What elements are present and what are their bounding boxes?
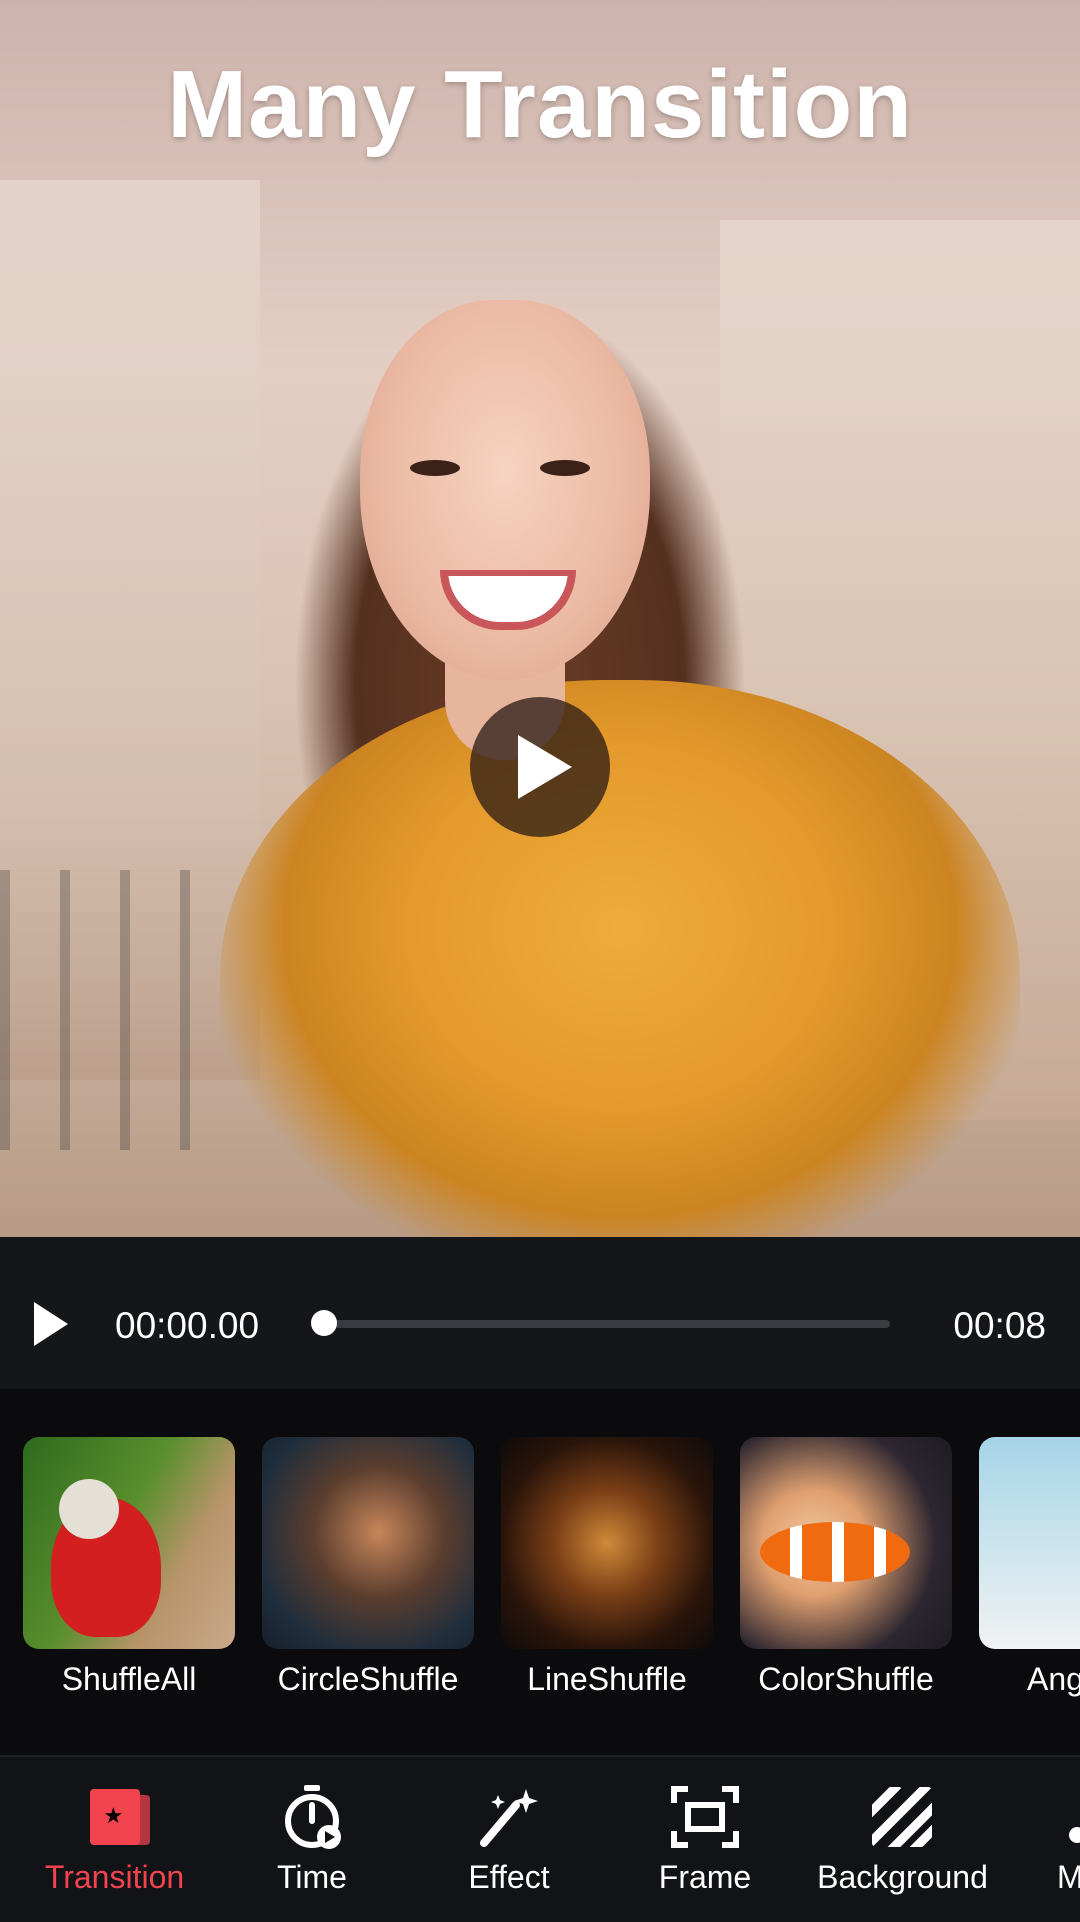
clownfish-image	[760, 1522, 910, 1582]
transition-thumbnail[interactable]	[501, 1437, 713, 1649]
subject-sweater	[220, 680, 1020, 1237]
tool-label: Effect	[468, 1859, 550, 1895]
subject-eye-left	[410, 460, 460, 476]
transition-label: CircleShuffle	[277, 1661, 459, 1697]
preview-title: Many Transition	[167, 51, 913, 158]
transition-thumbnail[interactable]	[740, 1437, 952, 1649]
tool-label: Time	[277, 1859, 347, 1895]
duration: 00:08	[953, 1305, 1046, 1346]
seek-bar[interactable]	[322, 1320, 890, 1328]
transition-item[interactable]: ShuffleAll	[23, 1437, 235, 1698]
subject-eye-right	[540, 460, 590, 476]
transition-label: LineShuffle	[527, 1661, 687, 1697]
background-icon	[868, 1785, 938, 1849]
transition-thumbnail[interactable]	[23, 1437, 235, 1649]
background-railing	[0, 870, 240, 1150]
video-preview[interactable]	[0, 0, 1080, 1237]
frame-icon	[670, 1785, 740, 1849]
tool-label: Transition	[44, 1859, 185, 1895]
transition-item[interactable]: CircleShuffle	[262, 1437, 474, 1698]
tool-label: M	[1057, 1859, 1080, 1895]
magic-wand-icon	[474, 1785, 544, 1849]
transition-label: ColorShuffle	[758, 1661, 934, 1697]
play-icon	[518, 735, 572, 799]
current-time: 00:00.00	[115, 1305, 260, 1346]
more-icon	[1055, 1785, 1080, 1849]
transition-thumbnail[interactable]	[262, 1437, 474, 1649]
transition-item[interactable]: LineShuffle	[501, 1437, 713, 1698]
timer-icon	[277, 1785, 347, 1849]
transition-item[interactable]: ColorShuffle	[740, 1437, 952, 1698]
parrot-head	[59, 1479, 119, 1539]
tool-more[interactable]: M	[1055, 1785, 1080, 1896]
transition-label: ShuffleAll	[61, 1661, 197, 1697]
center-play-button[interactable]	[470, 697, 610, 837]
tool-transition[interactable]: ★ Transition	[42, 1785, 187, 1896]
transition-label: Ang	[1027, 1661, 1080, 1697]
play-icon[interactable]	[34, 1302, 68, 1346]
tool-effect[interactable]: Effect	[459, 1785, 559, 1896]
tool-label: Background	[817, 1859, 988, 1895]
tool-background[interactable]: Background	[815, 1785, 990, 1896]
tool-label: Frame	[658, 1859, 752, 1895]
seek-handle[interactable]	[311, 1310, 337, 1336]
transition-item[interactable]: Ang	[979, 1437, 1080, 1698]
transition-icon: ★	[80, 1785, 150, 1849]
tool-time[interactable]: Time	[262, 1785, 362, 1896]
transition-thumbnail[interactable]	[979, 1437, 1080, 1649]
tool-frame[interactable]: Frame	[655, 1785, 755, 1896]
